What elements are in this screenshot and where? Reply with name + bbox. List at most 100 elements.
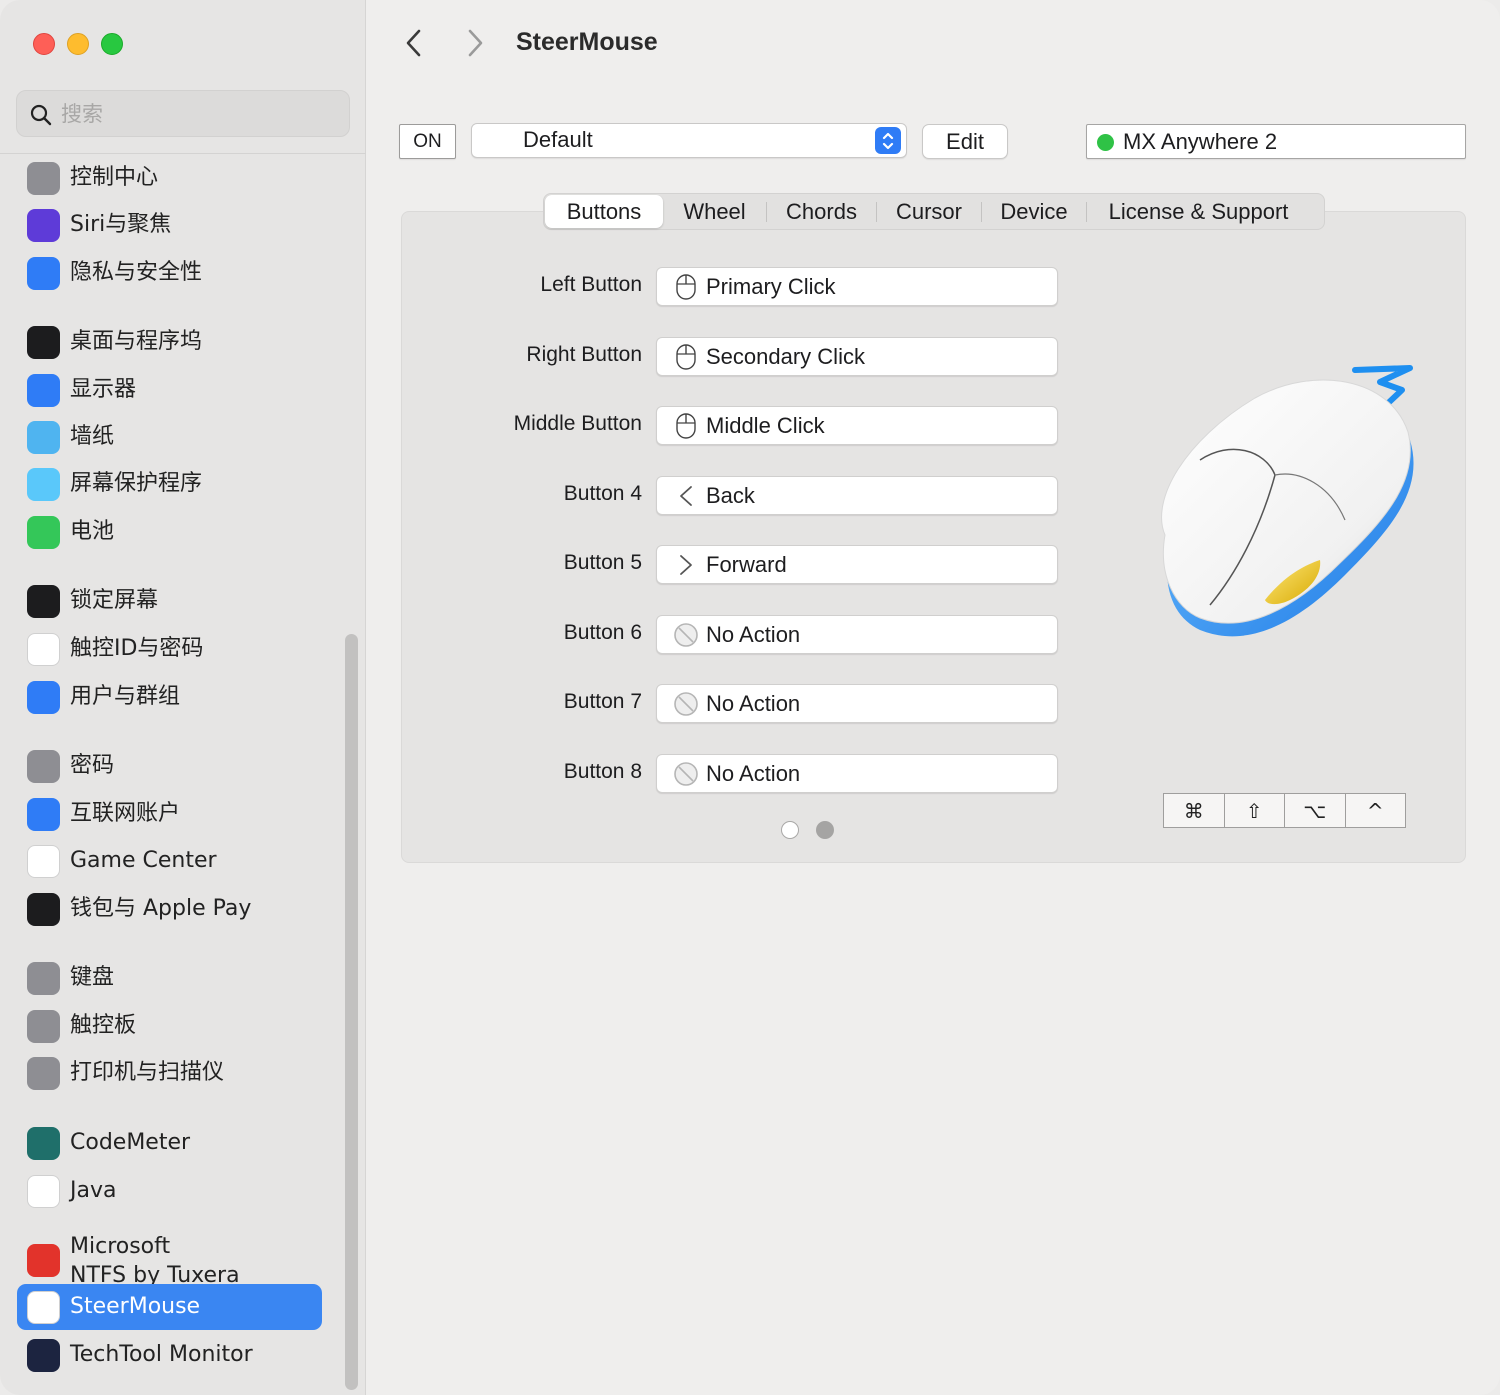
chevron-right-icon (468, 29, 483, 57)
no-action-icon (673, 691, 699, 717)
sidebar-item-techtool[interactable]: TechTool Monitor (17, 1332, 322, 1378)
device-selector[interactable]: MX Anywhere 2 (1086, 124, 1466, 159)
tab-device[interactable]: Device (982, 195, 1086, 228)
wallpaper-flower-icon (27, 421, 60, 454)
button-6-action-select[interactable]: No Action (656, 615, 1058, 654)
sidebar-item-wallet[interactable]: 钱包与 Apple Pay (17, 886, 322, 932)
left-button-action-value: Primary Click (706, 274, 836, 299)
button-5-action-select[interactable]: Forward (656, 545, 1058, 584)
mouse-illustration (1161, 365, 1414, 637)
sidebar-item-screensaver[interactable]: 屏幕保护程序 (17, 461, 322, 507)
minimize-window-button[interactable] (67, 33, 89, 55)
search-icon (30, 104, 52, 126)
at-sign-icon (27, 798, 60, 831)
sidebar-item-fingerprint[interactable]: 触控ID与密码 (17, 626, 322, 672)
button-4-label: Button 4 (563, 482, 642, 505)
control-key-toggle[interactable]: ^ (1346, 794, 1406, 827)
sidebar-item-label: 键盘 (70, 965, 115, 990)
tab-chords[interactable]: Chords (767, 195, 876, 228)
tuxera-icon (27, 1244, 60, 1277)
sidebar-item-steermouse[interactable]: SteerMouse (17, 1284, 322, 1330)
sidebar-item-trackpad[interactable]: 触控板 (17, 1003, 322, 1049)
key-icon (27, 750, 60, 783)
sidebar-item-label: 墙纸 (70, 424, 115, 449)
sidebar-item-label: 电池 (70, 519, 115, 544)
close-window-button[interactable] (33, 33, 55, 55)
sidebar-item-label: Java (70, 1178, 117, 1203)
sidebar-item-battery[interactable]: 电池 (17, 509, 322, 555)
techtool-icon (27, 1339, 60, 1372)
sidebar-scrollbar[interactable] (345, 634, 358, 1390)
chevron-left-icon (406, 29, 421, 57)
middle-button-action-select[interactable]: Middle Click (656, 406, 1058, 445)
sidebar-item-game-center[interactable]: Game Center (17, 838, 322, 884)
sidebar-item-at-sign[interactable]: 互联网账户 (17, 791, 322, 837)
left-button-action-select[interactable]: Primary Click (656, 267, 1058, 306)
wallet-icon (27, 893, 60, 926)
sidebar-item-label: 打印机与扫描仪 (70, 1060, 225, 1085)
sidebar-item-label: 桌面与程序坞 (70, 329, 203, 354)
on-toggle-button[interactable]: ON (399, 124, 456, 159)
sidebar-item-java[interactable]: Java (17, 1168, 322, 1214)
button-4-action-select[interactable]: Back (656, 476, 1058, 515)
sidebar-item-label: 锁定屏幕 (70, 588, 159, 613)
battery-icon (27, 516, 60, 549)
mouse-icon (673, 274, 699, 300)
sidebar: 控制中心 Siri与聚焦 隐私与安全性 桌面与程序坞 显示器 墙纸 屏幕保护程序… (0, 0, 366, 1395)
sidebar-item-label: 触控板 (70, 1013, 137, 1038)
control-center-icon (27, 162, 60, 195)
screensaver-icon (27, 468, 60, 501)
sidebar-item-codemeter[interactable]: CodeMeter (17, 1120, 322, 1166)
edit-button[interactable]: Edit (922, 124, 1008, 159)
zoom-window-button[interactable] (101, 33, 123, 55)
page-title: SteerMouse (516, 28, 658, 56)
button-8-action-select[interactable]: No Action (656, 754, 1058, 793)
back-nav-button[interactable] (397, 26, 431, 60)
sidebar-item-users-groups[interactable]: 用户与群组 (17, 674, 322, 720)
sidebar-item-printer[interactable]: 打印机与扫描仪 (17, 1050, 322, 1096)
sidebar-item-privacy-hand[interactable]: 隐私与安全性 (17, 250, 322, 296)
mouse-icon (673, 344, 699, 370)
button-5-label: Button 5 (563, 551, 642, 574)
middle-button-action-value: Middle Click (706, 413, 825, 438)
privacy-hand-icon (27, 257, 60, 290)
sidebar-item-label: 触控ID与密码 (70, 636, 204, 661)
preset-select[interactable]: Default (471, 123, 907, 158)
sidebar-item-keyboard[interactable]: 键盘 (17, 955, 322, 1001)
search-input[interactable] (61, 97, 331, 131)
no-action-icon (673, 622, 699, 648)
sidebar-item-key[interactable]: 密码 (17, 743, 322, 789)
preset-value: Default (523, 127, 593, 152)
tab-cursor[interactable]: Cursor (877, 195, 981, 228)
sidebar-item-label: 互联网账户 (70, 801, 181, 826)
desktop-dock-icon (27, 326, 60, 359)
sidebar-item-label: SteerMouse (70, 1294, 201, 1319)
forward-nav-button[interactable] (458, 26, 492, 60)
sidebar-item-control-center[interactable]: 控制中心 (17, 155, 322, 201)
sidebar-item-wallpaper-flower[interactable]: 墙纸 (17, 414, 322, 460)
page-indicator-1[interactable] (781, 821, 799, 839)
left-button-label: Left Button (540, 273, 642, 296)
sidebar-item-lock-screen[interactable]: 锁定屏幕 (17, 578, 322, 624)
sidebar-item-label: 用户与群组 (70, 684, 181, 709)
search-field[interactable] (16, 90, 350, 137)
sidebar-item-desktop-dock[interactable]: 桌面与程序坞 (17, 319, 322, 365)
lock-screen-icon (27, 585, 60, 618)
option-key-toggle[interactable]: ⌥ (1285, 794, 1346, 827)
tab-buttons[interactable]: Buttons (545, 195, 663, 228)
sidebar-item-siri[interactable]: Siri与聚焦 (17, 202, 322, 248)
button-7-action-select[interactable]: No Action (656, 684, 1058, 723)
trackpad-icon (27, 1010, 60, 1043)
right-button-action-select[interactable]: Secondary Click (656, 337, 1058, 376)
command-key-toggle[interactable]: ⌘ (1164, 794, 1225, 827)
shift-key-toggle[interactable]: ⇧ (1225, 794, 1285, 827)
sidebar-item-label: Game Center (70, 848, 217, 873)
tab-wheel[interactable]: Wheel (663, 195, 766, 228)
button-7-label: Button 7 (563, 690, 642, 713)
codemeter-icon (27, 1127, 60, 1160)
device-name: MX Anywhere 2 (1123, 129, 1278, 154)
siri-icon (27, 209, 60, 242)
page-indicator-2[interactable] (816, 821, 834, 839)
sidebar-item-display-brightness[interactable]: 显示器 (17, 367, 322, 413)
tab-license-support[interactable]: License & Support (1087, 195, 1310, 228)
